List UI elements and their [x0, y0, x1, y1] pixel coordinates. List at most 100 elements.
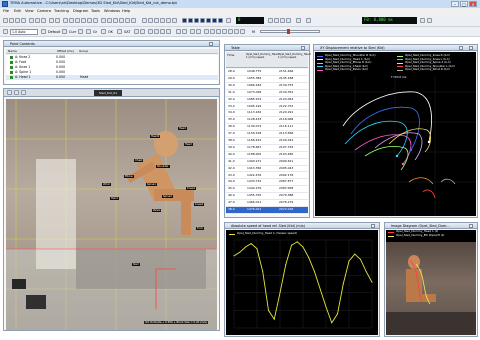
table-row[interactable]: 31.0 1073.028 2130.352 [226, 90, 308, 97]
saturation-icon[interactable] [117, 29, 122, 34]
camera-frame[interactable]: Head Head2 Head Chest Shoulder Elbow Wri… [6, 99, 217, 330]
speed-plot-area[interactable]: Opel_Sled_Dummy_Head 1 (ms/sec speed) [226, 230, 378, 335]
step-back-icon[interactable] [188, 18, 193, 23]
image-pan-icon[interactable] [14, 90, 19, 95]
ungroup-icon[interactable] [222, 29, 227, 34]
table-icon[interactable] [93, 18, 98, 23]
new-file-icon[interactable] [3, 18, 8, 23]
unlock-icon[interactable] [234, 29, 239, 34]
table-row[interactable]: 30.0 1066.184 2139.753 [226, 83, 308, 90]
layout-4-icon[interactable] [166, 29, 171, 34]
diagram-icon[interactable] [87, 18, 92, 23]
table-row[interactable]: 34.0 1113.182 2120.291 [226, 110, 308, 118]
point-label[interactable]: Sled [132, 263, 140, 266]
print-icon[interactable] [21, 18, 26, 23]
maximize-button[interactable]: □ [460, 1, 468, 7]
point-label[interactable]: Shoulder [156, 165, 170, 168]
play-icon[interactable] [194, 18, 199, 23]
table-row[interactable]: 44.0 1433.732 2087.877 [226, 179, 308, 187]
lock-icon[interactable] [228, 29, 233, 34]
point-label[interactable]: Elbow [124, 175, 134, 178]
record-icon[interactable] [226, 18, 231, 23]
marker-icon[interactable] [427, 18, 432, 23]
menu-edit[interactable]: Edit [14, 9, 21, 13]
minimize-button[interactable]: – [451, 1, 459, 7]
crosshair-icon[interactable] [154, 18, 159, 23]
palette-icon[interactable] [41, 29, 46, 34]
point-label[interactable]: Foot [196, 227, 204, 230]
copy-icon[interactable] [35, 18, 40, 23]
point-label[interactable]: Hand [110, 197, 119, 200]
point-label[interactable]: Pelvis [152, 209, 162, 212]
table-row[interactable]: 36.0 1139.074 2116.111 [226, 124, 308, 132]
fullscreen-icon[interactable] [3, 29, 8, 34]
point-label[interactable]: Head [178, 127, 187, 130]
open-folder-icon[interactable] [9, 18, 14, 23]
right-arrow-icon[interactable] [274, 18, 279, 23]
table-row[interactable]: 42.0 1413.356 2095.043 [226, 166, 308, 173]
menu-file[interactable]: File [3, 9, 9, 13]
target-icon[interactable] [160, 18, 165, 23]
menu-tools[interactable]: Tools [91, 9, 100, 13]
table-row[interactable]: 43.0 1422.476 2092.178 [226, 173, 308, 180]
layout-2-icon[interactable] [154, 29, 159, 34]
point-label[interactable]: Knee2 [194, 203, 205, 206]
marker-set-icon[interactable] [190, 29, 195, 34]
panel-close-icon[interactable] [469, 224, 473, 228]
paste-icon[interactable] [41, 18, 46, 23]
redo-icon[interactable] [55, 18, 60, 23]
ok-label[interactable]: OK [108, 30, 113, 34]
zoom-out-icon[interactable] [113, 18, 118, 23]
point-row-selected[interactable]: A: Head 1 0.000 Head [6, 75, 218, 80]
track-point-icon[interactable] [69, 18, 74, 23]
diagram-add-icon[interactable] [204, 29, 209, 34]
pan-icon[interactable] [172, 18, 177, 23]
export-icon[interactable] [306, 18, 311, 23]
point-label[interactable]: Head2 [150, 135, 161, 138]
camera-icon[interactable] [63, 18, 68, 23]
point-label[interactable]: Knee1 [186, 187, 197, 190]
col-name[interactable]: Name [7, 49, 17, 54]
fit-icon[interactable] [119, 18, 124, 23]
diagram-remove-icon[interactable] [210, 29, 215, 34]
save-icon[interactable] [15, 18, 20, 23]
left-arrow-icon[interactable] [268, 18, 273, 23]
step-forward-icon[interactable] [200, 18, 205, 23]
overlay-icon[interactable] [101, 29, 106, 34]
menu-tracking[interactable]: Tracking [54, 9, 69, 13]
curr-label[interactable]: Curr [69, 30, 76, 34]
gr-label[interactable]: Gr [93, 30, 97, 34]
table-row[interactable]: 47.0 1466.011 2076.279 [226, 200, 308, 207]
table-row[interactable]: 29.0 1055.384 2145.188 [226, 76, 308, 83]
point-label[interactable]: Wrist [102, 183, 111, 186]
table-row[interactable]: 41.0 1400.271 2099.621 [226, 159, 308, 166]
menu-help[interactable]: Help [122, 9, 130, 13]
point-label[interactable]: Head [184, 143, 193, 146]
undo-icon[interactable] [49, 18, 54, 23]
loop-icon[interactable] [218, 18, 223, 23]
group-icon[interactable] [216, 29, 221, 34]
contrast-icon[interactable] [62, 29, 67, 34]
timeline-slider-handle[interactable] [287, 29, 290, 34]
table-row[interactable]: 40.0 1188.005 2103.480 [226, 152, 308, 159]
curve-icon[interactable] [78, 29, 83, 34]
point-label[interactable]: Spine2 [162, 195, 173, 198]
sequence-start-icon[interactable] [176, 29, 181, 34]
zoom-window-icon[interactable] [166, 18, 171, 23]
first-frame-icon[interactable] [280, 18, 285, 23]
grid-icon[interactable] [101, 18, 106, 23]
table-row[interactable]: 46.0 1455.335 2079.388 [226, 193, 308, 201]
panel-close-icon[interactable] [301, 46, 305, 50]
arrow-right-icon[interactable] [148, 18, 153, 23]
table-row[interactable]: 35.0 1128.433 2118.068 [226, 117, 308, 125]
sync-icon[interactable] [296, 18, 301, 23]
menu-diagram[interactable]: Diagram [73, 9, 88, 13]
stop-icon[interactable] [212, 18, 217, 23]
table-row[interactable]: 45.0 1444.276 2083.958 [226, 186, 308, 194]
image-zoom-icon[interactable] [7, 90, 12, 95]
last-frame-icon[interactable] [286, 18, 291, 23]
zoom-combo[interactable]: 1.0 Auto [10, 29, 38, 35]
panel-close-icon[interactable] [371, 224, 375, 228]
sharpen-icon[interactable] [140, 29, 145, 34]
table-row[interactable]: 28.0 1048.775 2151.466 [226, 69, 308, 76]
